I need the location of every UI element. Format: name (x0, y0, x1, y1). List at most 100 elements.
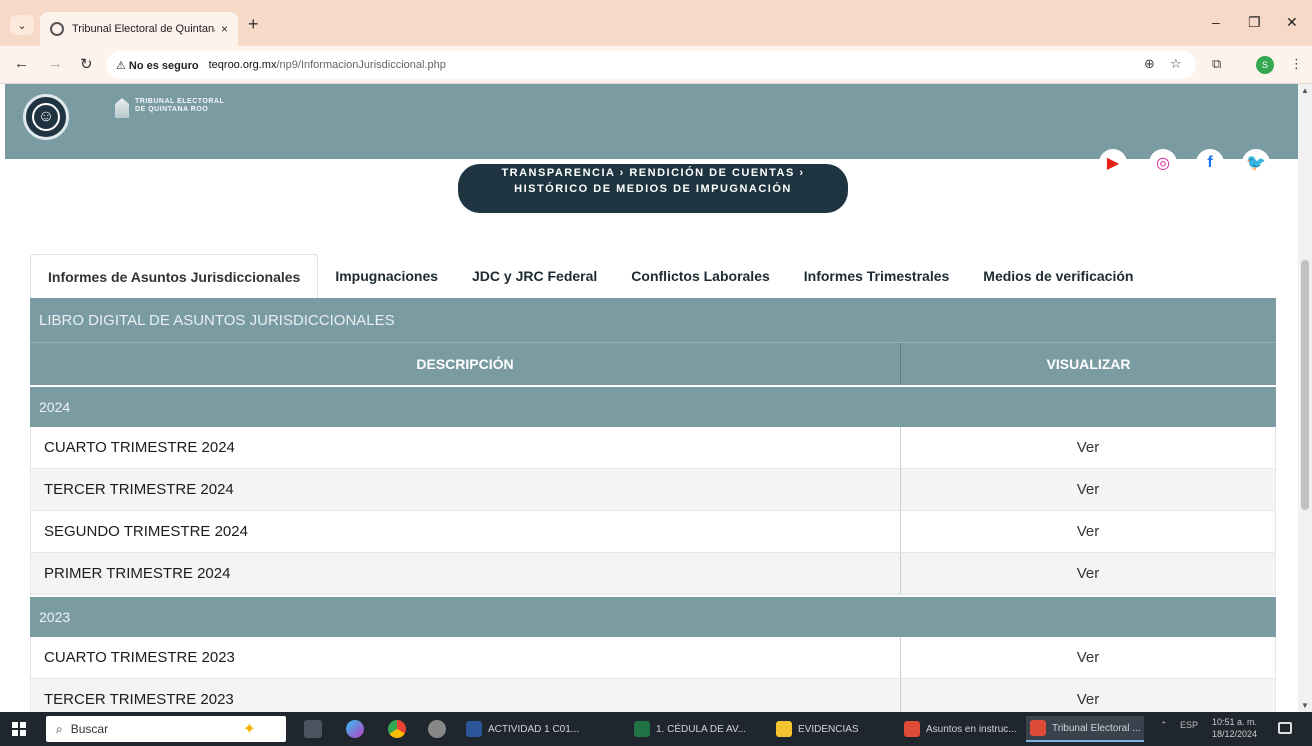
bookmark-star-icon[interactable]: ☆ (1170, 56, 1182, 72)
minimize-button[interactable]: – (1212, 14, 1220, 30)
year-group-row: 2023 (30, 595, 1276, 637)
scrollbar-thumb[interactable] (1301, 260, 1309, 510)
taskbar-app[interactable]: ACTIVIDAD 1 C01... (462, 716, 594, 742)
facebook-glyph: f (1207, 154, 1213, 171)
taskbar-clock[interactable]: 10:51 a. m. 18/12/2024 (1212, 716, 1257, 740)
view-link[interactable]: Ver (901, 511, 1276, 552)
col-view-header: VISUALIZAR (1046, 356, 1131, 372)
url-path: /np9/InformacionJurisdiccional.php (276, 59, 446, 71)
app-icon (466, 721, 482, 737)
col-description-header: DESCRIPCIÓN (30, 343, 901, 385)
accessibility-button[interactable]: ☺ (23, 94, 69, 140)
url-host: teqroo.org.mx (208, 59, 277, 71)
taskbar-app[interactable]: Asuntos en instruc... (900, 716, 1016, 742)
copilot-icon[interactable] (346, 720, 364, 738)
taskbar-app[interactable]: Tribunal Electoral ... (1026, 716, 1144, 742)
clock-time: 10:51 a. m. (1212, 717, 1258, 727)
app-icon (776, 721, 792, 737)
row-description: CUARTO TRIMESTRE 2024 (30, 427, 901, 468)
tab-close-icon[interactable]: × (221, 22, 228, 36)
view-link[interactable]: Ver (901, 637, 1276, 678)
browser-toolbar: ← → ↻ ⚠ No es seguro teqroo.org.mx /np9/… (0, 46, 1312, 84)
windows-taskbar: ⌕ Buscar ✦ ACTIVIDAD 1 C01... 1. CÉDULA D… (0, 712, 1312, 746)
asuntos-table: LIBRO DIGITAL DE ASUNTOS JURISDICCIONALE… (30, 298, 1276, 721)
reload-icon[interactable]: ↻ (80, 55, 93, 73)
instagram-icon[interactable]: ◎ (1149, 149, 1177, 177)
window-close-button[interactable]: ✕ (1286, 14, 1298, 31)
address-bar[interactable]: ⚠ No es seguro teqroo.org.mx /np9/Inform… (106, 51, 1196, 79)
logo-line-1: TRIBUNAL ELECTORAL (135, 98, 225, 105)
tab-title: Tribunal Electoral de Quintana (72, 23, 215, 35)
new-tab-button[interactable]: + (248, 14, 259, 35)
language-indicator[interactable]: ESP (1180, 720, 1198, 730)
chrome-icon[interactable] (388, 720, 406, 738)
notifications-icon[interactable] (1278, 722, 1292, 734)
tab-jdc-jrc-federal[interactable]: JDC y JRC Federal (455, 254, 614, 298)
zoom-icon[interactable]: ⊕ (1144, 56, 1155, 72)
accessibility-icon: ☺ (32, 103, 60, 131)
tab-conflictos-laborales[interactable]: Conflictos Laborales (614, 254, 786, 298)
extensions-icon[interactable]: ⧉ (1212, 56, 1221, 72)
row-description: CUARTO TRIMESTRE 2023 (30, 637, 901, 678)
taskbar-app-label: EVIDENCIAS (798, 723, 859, 735)
tab-medios-verificacion[interactable]: Medios de verificación (966, 254, 1150, 298)
taskbar-app[interactable]: 1. CÉDULA DE AV... (630, 716, 760, 742)
youtube-icon[interactable]: ▶ (1099, 149, 1127, 177)
scroll-up-icon[interactable]: ▲ (1301, 86, 1309, 95)
table-row: CUARTO TRIMESTRE 2024 Ver (30, 427, 1276, 469)
site-logo[interactable]: TRIBUNAL ELECTORAL DE QUINTANA ROO (115, 98, 224, 118)
tab-impugnaciones[interactable]: Impugnaciones (318, 254, 455, 298)
taskbar-app[interactable]: EVIDENCIAS (772, 716, 882, 742)
view-link[interactable]: Ver (901, 427, 1276, 468)
tab-informes-trimestrales[interactable]: Informes Trimestrales (787, 254, 967, 298)
view-link[interactable]: Ver (901, 469, 1276, 510)
search-icon: ⌕ (56, 721, 63, 736)
restore-button[interactable]: ❐ (1248, 14, 1261, 31)
tribunal-emblem-icon (115, 98, 129, 118)
logo-line-2: DE QUINTANA ROO (135, 106, 209, 113)
app-icon (1030, 720, 1046, 736)
table-row: CUARTO TRIMESTRE 2023 Ver (30, 637, 1276, 679)
taskbar-app-label: 1. CÉDULA DE AV... (656, 723, 747, 735)
clock-date: 18/12/2024 (1212, 729, 1258, 739)
sparkle-icon: ✦ (242, 721, 256, 738)
windows-start-icon[interactable] (12, 722, 26, 736)
table-row: TERCER TRIMESTRE 2024 Ver (30, 469, 1276, 511)
breadcrumb: TRANSPARENCIA › RENDICIÓN DE CUENTAS › H… (458, 164, 848, 213)
section-tabs: Informes de Asuntos Jurisdiccionales Imp… (30, 254, 1150, 298)
taskbar-search[interactable]: ⌕ Buscar ✦ (46, 716, 286, 742)
screen: { "browser": { "tab_title": "Tribunal El… (0, 0, 1312, 746)
facebook-icon[interactable]: f (1196, 149, 1224, 177)
tray-chevron-icon[interactable]: ⌃ (1160, 720, 1168, 731)
twitter-icon[interactable]: 🐦 (1242, 149, 1270, 177)
breadcrumb-trail[interactable]: TRANSPARENCIA › RENDICIÓN DE CUENTAS › (458, 166, 848, 180)
year-group-row: 2024 (30, 385, 1276, 427)
page-scrollbar[interactable]: ▲ ▼ (1298, 84, 1312, 712)
breadcrumb-current: HISTÓRICO DE MEDIOS DE IMPUGNACIÓN (514, 183, 792, 195)
forward-arrow-icon[interactable]: → (48, 55, 63, 72)
tab-informes-asuntos[interactable]: Informes de Asuntos Jurisdiccionales (30, 254, 319, 298)
app-icon (634, 721, 650, 737)
taskbar-app-label: ACTIVIDAD 1 C01... (488, 723, 580, 735)
app-icon (904, 721, 920, 737)
taskbar-app-label: Tribunal Electoral ... (1052, 722, 1141, 734)
site-header: ☺ TRIBUNAL ELECTORAL DE QUINTANA ROO (5, 84, 1298, 159)
instagram-glyph: ◎ (1156, 155, 1170, 172)
table-header: DESCRIPCIÓN VISUALIZAR (30, 342, 1276, 385)
row-description: PRIMER TRIMESTRE 2024 (30, 553, 901, 594)
scroll-down-icon[interactable]: ▼ (1301, 701, 1309, 710)
browser-menu-icon[interactable]: ⋮ (1290, 56, 1303, 72)
row-description: SEGUNDO TRIMESTRE 2024 (30, 511, 901, 552)
table-row: PRIMER TRIMESTRE 2024 Ver (30, 553, 1276, 595)
tab-search-menu-button[interactable]: ⌄ (10, 15, 34, 35)
security-warning[interactable]: ⚠ No es seguro (116, 59, 199, 72)
browser-tab-strip: ⌄ Tribunal Electoral de Quintana × + – ❐… (0, 0, 1312, 46)
task-view-icon[interactable] (304, 720, 322, 738)
browser-tab[interactable]: Tribunal Electoral de Quintana × (40, 12, 238, 46)
table-title: LIBRO DIGITAL DE ASUNTOS JURISDICCIONALE… (30, 298, 1276, 342)
back-arrow-icon[interactable]: ← (14, 55, 29, 72)
app-icon[interactable] (428, 720, 446, 738)
profile-avatar[interactable]: S (1256, 56, 1274, 74)
taskbar-app-label: Asuntos en instruc... (926, 723, 1016, 735)
view-link[interactable]: Ver (901, 553, 1276, 594)
